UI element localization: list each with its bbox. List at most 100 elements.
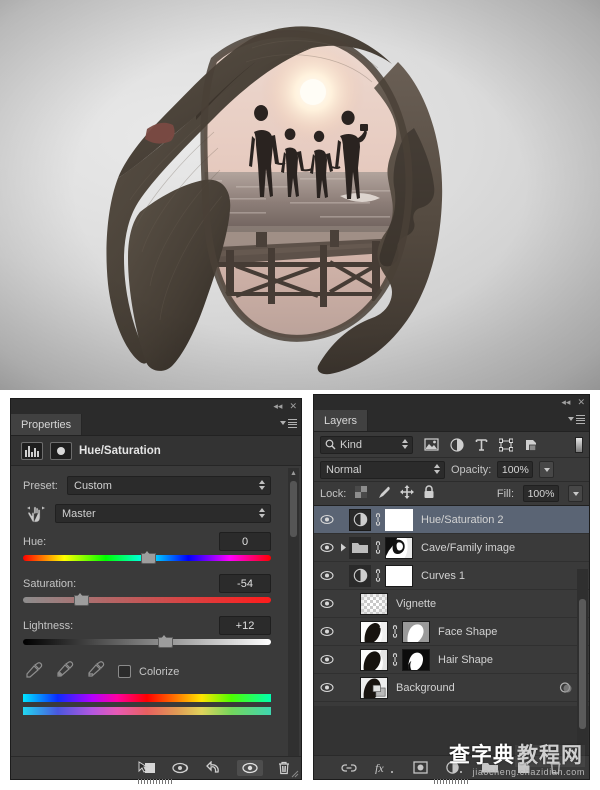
layer-visibility-icon[interactable] — [316, 626, 338, 637]
toggle-visibility-icon[interactable] — [237, 760, 263, 776]
table-row[interactable]: Hair Shape — [314, 646, 589, 674]
lightness-value-input[interactable]: +12 — [219, 616, 271, 635]
view-previous-state-icon[interactable] — [171, 761, 191, 775]
eyedropper-minus-icon[interactable] — [87, 661, 105, 682]
saturation-slider-knob[interactable] — [74, 593, 90, 606]
pixel-layer-filter-icon[interactable] — [424, 438, 439, 451]
group-folder-icon[interactable] — [349, 536, 371, 559]
table-row[interactable]: Hue/Saturation 2 — [314, 506, 589, 534]
reset-icon[interactable] — [205, 761, 223, 775]
filter-toggle-switch[interactable] — [575, 436, 583, 453]
mask-link-icon[interactable] — [388, 653, 402, 666]
table-row[interactable]: Cave/Family image — [314, 534, 589, 562]
table-row[interactable]: Curves 1 — [314, 562, 589, 590]
link-layers-icon[interactable] — [341, 762, 357, 774]
saturation-slider-track[interactable] — [23, 593, 271, 606]
layer-thumbnail[interactable] — [360, 648, 388, 671]
lock-position-icon[interactable] — [400, 485, 415, 502]
channel-spinner-icon[interactable] — [259, 508, 265, 518]
clip-to-layer-icon[interactable] — [137, 761, 157, 775]
layer-style-fx-icon[interactable]: fx — [375, 761, 395, 774]
panel-menu-icon[interactable] — [280, 419, 297, 428]
blend-mode-select[interactable]: Normal — [320, 460, 445, 479]
layer-mask-thumbnail[interactable] — [385, 536, 413, 559]
properties-scrollbar[interactable]: ▲ ▼ — [288, 468, 299, 768]
colorize-checkbox[interactable] — [118, 665, 131, 678]
blend-spinner-icon[interactable] — [434, 463, 440, 474]
table-row[interactable]: Vignette — [314, 590, 589, 618]
fill-value-input[interactable]: 100% — [523, 485, 559, 502]
layer-visibility-icon[interactable] — [316, 570, 338, 581]
mask-link-icon[interactable] — [371, 513, 385, 526]
mask-link-icon[interactable] — [371, 541, 385, 554]
properties-resize-grip[interactable] — [138, 779, 174, 784]
layer-name: Cave/Family image — [421, 541, 516, 554]
new-adjustment-layer-icon[interactable] — [446, 761, 463, 774]
panel-menu-icon[interactable] — [568, 415, 585, 424]
layer-thumbnail[interactable] — [360, 676, 388, 699]
hue-slider-track[interactable] — [23, 551, 271, 564]
adjustment-layer-filter-icon[interactable] — [450, 437, 464, 452]
scroll-thumb[interactable] — [290, 481, 297, 537]
saturation-value-input[interactable]: -54 — [219, 574, 271, 593]
hue-slider-knob[interactable] — [141, 551, 156, 564]
group-expand-arrow-icon[interactable] — [338, 543, 349, 552]
delete-icon[interactable] — [277, 761, 291, 775]
mask-link-icon[interactable] — [371, 569, 385, 582]
close-icon[interactable]: ✕ — [577, 398, 585, 407]
layer-mask-thumbnail[interactable] — [402, 648, 430, 671]
eyedropper-icon[interactable] — [25, 661, 43, 682]
smart-object-filter-icon[interactable] — [524, 438, 538, 452]
filter-kind-spinner-icon[interactable] — [402, 438, 408, 449]
tab-layers[interactable]: Layers — [314, 410, 369, 431]
scroll-up-arrow[interactable]: ▲ — [288, 468, 299, 479]
eyedropper-plus-icon[interactable] — [56, 661, 74, 682]
layer-visibility-icon[interactable] — [316, 598, 338, 609]
preset-spinner-icon[interactable] — [259, 480, 265, 490]
mask-link-icon[interactable] — [388, 625, 402, 638]
lightness-slider-knob[interactable] — [158, 635, 174, 648]
layer-lock-indicator-icon — [559, 681, 573, 694]
layer-visibility-icon[interactable] — [316, 514, 338, 525]
new-group-icon[interactable] — [481, 761, 499, 774]
add-mask-icon[interactable] — [413, 761, 428, 774]
shape-layer-filter-icon[interactable] — [499, 438, 513, 452]
layer-list-scroll-thumb[interactable] — [579, 599, 586, 729]
lightness-slider-track[interactable] — [23, 635, 271, 648]
layer-visibility-icon[interactable] — [316, 682, 338, 693]
opacity-dropdown-icon[interactable] — [539, 461, 555, 478]
type-layer-filter-icon[interactable] — [475, 438, 488, 451]
targeted-adjustment-hand-icon[interactable] — [23, 505, 49, 523]
filter-kind-select[interactable]: Kind — [320, 435, 413, 454]
layer-thumbnail[interactable] — [360, 620, 388, 643]
opacity-value-input[interactable]: 100% — [497, 461, 534, 478]
fill-dropdown-icon[interactable] — [568, 485, 583, 502]
layers-resize-grip[interactable] — [433, 779, 470, 784]
layer-thumbnail[interactable] — [360, 592, 388, 615]
adjustment-layer-thumbnail[interactable] — [349, 564, 371, 587]
table-row[interactable]: Face Shape — [314, 618, 589, 646]
lock-image-icon[interactable] — [376, 486, 391, 502]
collapse-icon[interactable]: ◂◂ — [273, 402, 282, 411]
new-layer-icon[interactable] — [517, 761, 531, 774]
layer-mask-thumbnail[interactable] — [402, 620, 430, 643]
close-icon[interactable]: ✕ — [289, 402, 297, 411]
hue-value-input[interactable]: 0 — [219, 532, 271, 551]
preset-select[interactable]: Custom — [67, 476, 271, 495]
collapse-icon[interactable]: ◂◂ — [561, 398, 570, 407]
layer-mask-thumbnail[interactable] — [385, 564, 413, 587]
layer-name: Hue/Saturation 2 — [421, 513, 504, 526]
layer-visibility-icon[interactable] — [316, 542, 338, 553]
channel-select[interactable]: Master — [55, 504, 271, 523]
delete-layer-icon[interactable] — [549, 761, 562, 774]
lock-transparency-icon[interactable] — [355, 486, 368, 501]
layer-mask-thumbnail[interactable] — [385, 508, 413, 531]
resize-grip-icon[interactable] — [290, 769, 299, 778]
lock-all-icon[interactable] — [423, 485, 435, 502]
layer-visibility-icon[interactable] — [316, 654, 338, 665]
table-row[interactable]: Background — [314, 674, 589, 702]
tab-properties[interactable]: Properties — [11, 414, 83, 435]
adjustment-layer-thumbnail[interactable] — [349, 508, 371, 531]
layer-list-scrollbar[interactable]: ▼ — [577, 569, 588, 769]
preset-row: Preset: Custom — [23, 476, 289, 495]
